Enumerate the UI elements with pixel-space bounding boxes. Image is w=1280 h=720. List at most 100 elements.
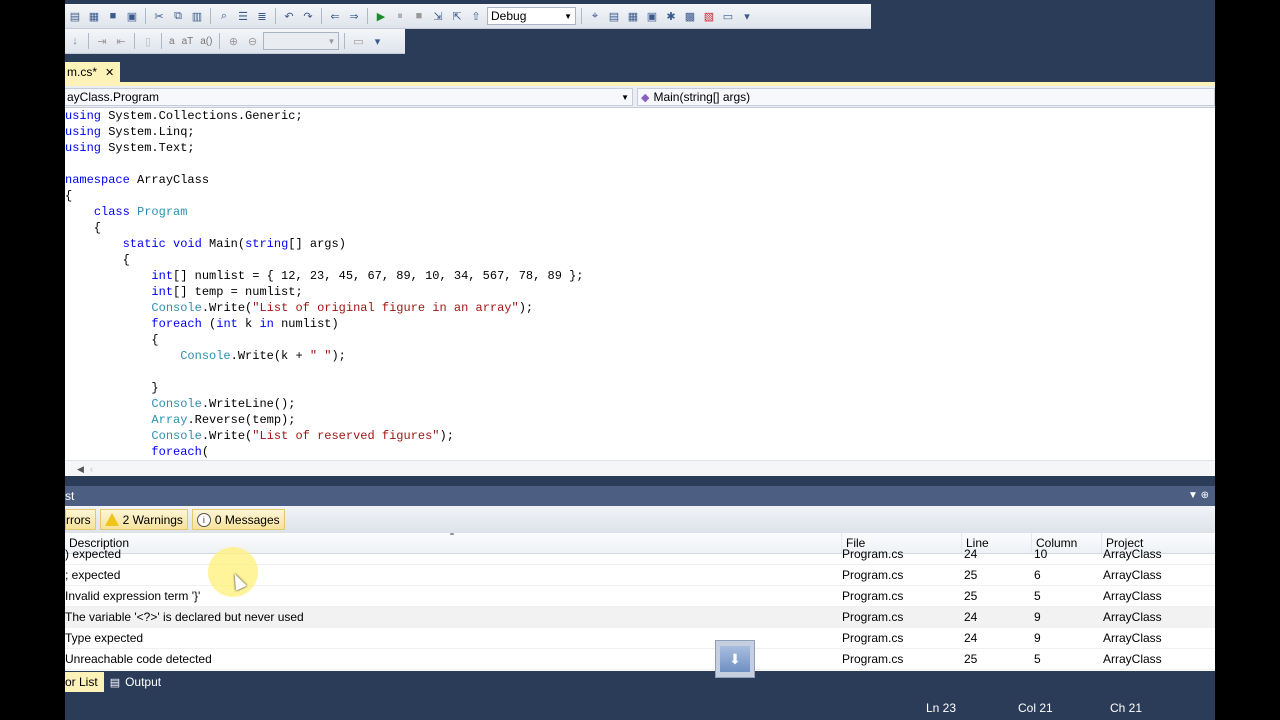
scroll-left-icon[interactable]: ‹ (90, 464, 93, 474)
document-tab[interactable]: m.cs* ✕ (65, 62, 120, 82)
pause-icon[interactable]: ⏸ (392, 8, 408, 24)
toolbox-icon[interactable]: ✱ (663, 8, 679, 24)
table-cell-description: Unreachable code detected (65, 652, 212, 666)
table-cell-line: 25 (964, 589, 978, 603)
parameter-info-icon[interactable]: a() (198, 36, 214, 47)
zoom-out-icon[interactable]: ⊖ (244, 33, 260, 49)
code-line[interactable]: namespace ArrayClass (65, 172, 209, 188)
tab-error-list[interactable]: or List (65, 672, 104, 692)
table-cell-column: 5 (1034, 652, 1041, 666)
table-cell-column: 5 (1034, 589, 1041, 603)
code-editor[interactable]: using System.Collections.Generic; using S… (65, 108, 1215, 460)
redo-icon[interactable]: ↷ (300, 8, 316, 24)
find-in-files-icon[interactable]: ⌖ (587, 8, 603, 24)
copy-icon[interactable]: ⧉ (170, 8, 186, 24)
code-line[interactable]: Array.Reverse(temp); (65, 412, 295, 428)
window-position-icon[interactable]: ▼ ⊕ (1188, 490, 1209, 501)
code-line[interactable]: { (65, 252, 130, 268)
start-page-icon[interactable]: ▭ (720, 8, 736, 24)
add-item-icon[interactable]: ▦ (86, 8, 102, 24)
save-all-icon[interactable]: ▣ (124, 8, 140, 24)
code-line[interactable]: int[] numlist = { 12, 23, 45, 67, 89, 10… (65, 268, 583, 284)
font-size-icon[interactable]: a (167, 36, 177, 47)
code-line[interactable]: Console.Write("List of reserved figures"… (65, 428, 453, 444)
table-cell-file: Program.cs (842, 589, 904, 603)
code-token: Main( (201, 237, 246, 251)
code-line[interactable]: static void Main(string[] args) (65, 236, 346, 252)
cut-icon[interactable]: ✂ (151, 8, 167, 24)
code-line[interactable]: using System.Collections.Generic; (65, 108, 303, 124)
save-icon[interactable]: ■ (105, 8, 121, 24)
code-line[interactable]: using System.Linq; (65, 124, 195, 140)
code-line[interactable]: } (65, 380, 158, 396)
table-row[interactable]: The variable '<?>' is declared but never… (65, 607, 1215, 628)
indent-icon[interactable]: ⇥ (94, 33, 110, 49)
letterbox-right (1215, 0, 1280, 720)
find-icon[interactable]: ⌕ (216, 8, 232, 24)
code-token: " " (309, 349, 332, 363)
step-out-icon[interactable]: ⇧ (468, 8, 484, 24)
navigate-back-icon[interactable]: ⇐ (327, 8, 343, 24)
type-dropdown[interactable]: ayClass.Program ▼ (65, 88, 633, 106)
undo-icon[interactable]: ↶ (281, 8, 297, 24)
navigate-forward-icon[interactable]: ⇒ (346, 8, 362, 24)
comment-icon[interactable]: ☰ (235, 8, 251, 24)
output-icon: ▤ (109, 676, 121, 689)
errors-filter-button[interactable]: rrors (65, 509, 96, 530)
code-token: .Write(k + (230, 349, 310, 363)
paste-icon[interactable]: ▥ (189, 8, 205, 24)
uncomment-icon[interactable]: ≣ (254, 8, 270, 24)
type-dropdown-value: ayClass.Program (67, 90, 160, 104)
tab-output[interactable]: ▤ Output (104, 672, 167, 692)
code-line[interactable]: using System.Text; (65, 140, 195, 156)
font-type-icon[interactable]: aT (180, 36, 196, 47)
step-into-icon[interactable]: ⇲ (430, 8, 446, 24)
sort-icon[interactable]: ↓ (67, 33, 83, 49)
properties-icon[interactable]: ▦ (625, 8, 641, 24)
code-line[interactable]: Console.Write(k + " "); (65, 348, 346, 364)
extension-manager-icon[interactable]: ▧ (701, 8, 717, 24)
warnings-filter-button[interactable]: 2 Warnings (99, 509, 188, 530)
code-line[interactable]: Console.Write("List of original figure i… (65, 300, 533, 316)
messages-filter-button[interactable]: i 0 Messages (191, 509, 285, 530)
table-cell-description: Invalid expression term '}' (65, 589, 201, 603)
code-line[interactable]: class Program (65, 204, 188, 220)
open-file-icon[interactable]: ▤ (67, 8, 83, 24)
zoom-in-icon[interactable]: ⊕ (225, 33, 241, 49)
code-line[interactable]: int[] temp = numlist; (65, 284, 302, 300)
table-row[interactable]: Unreachable code detected Program.cs 25 5 Ar… (65, 649, 1215, 670)
code-token: using (65, 141, 102, 155)
bookmark-icon[interactable]: ▯ (140, 33, 156, 49)
code-line[interactable]: { (65, 188, 72, 204)
solution-configuration-dropdown[interactable]: Debug ▼ (487, 7, 576, 25)
table-cell-column: 10 (1034, 547, 1048, 561)
solution-explorer-icon[interactable]: ▤ (606, 8, 622, 24)
code-line[interactable]: foreach( (65, 444, 209, 460)
window-layout-icon[interactable]: ▭ (350, 33, 366, 49)
object-browser-icon[interactable]: ▣ (644, 8, 660, 24)
stop-icon[interactable]: ■ (411, 8, 427, 24)
code-line[interactable]: { (65, 220, 101, 236)
table-cell-project: ArrayClass (1103, 547, 1162, 561)
horizontal-scrollbar[interactable]: ◀ ‹ (65, 460, 1215, 476)
start-debugging-icon[interactable]: ▶ (373, 8, 389, 24)
scroll-down-button[interactable]: ⬇ (715, 640, 755, 678)
find-combo[interactable]: ▼ (263, 32, 340, 50)
code-line[interactable]: Console.WriteLine(); (65, 396, 295, 412)
scroll-left-icon[interactable]: ◀ (77, 464, 84, 475)
table-cell-project: ArrayClass (1103, 610, 1162, 624)
close-icon[interactable]: ✕ (105, 66, 114, 79)
code-line[interactable]: foreach (int k in numlist) (65, 316, 338, 332)
outdent-icon[interactable]: ⇤ (113, 33, 129, 49)
step-over-icon[interactable]: ⇱ (449, 8, 465, 24)
table-row[interactable]: Type expected Program.cs 24 9 ArrayClass (65, 628, 1215, 649)
member-dropdown[interactable]: ◆ Main(string[] args) (637, 88, 1215, 106)
code-line[interactable]: { (65, 332, 158, 348)
toolbar-overflow-icon[interactable]: ▾ (739, 8, 755, 24)
code-token: .Write( (201, 429, 253, 443)
toolbar-overflow-icon[interactable]: ▾ (369, 33, 385, 49)
team-explorer-icon[interactable]: ▩ (682, 8, 698, 24)
